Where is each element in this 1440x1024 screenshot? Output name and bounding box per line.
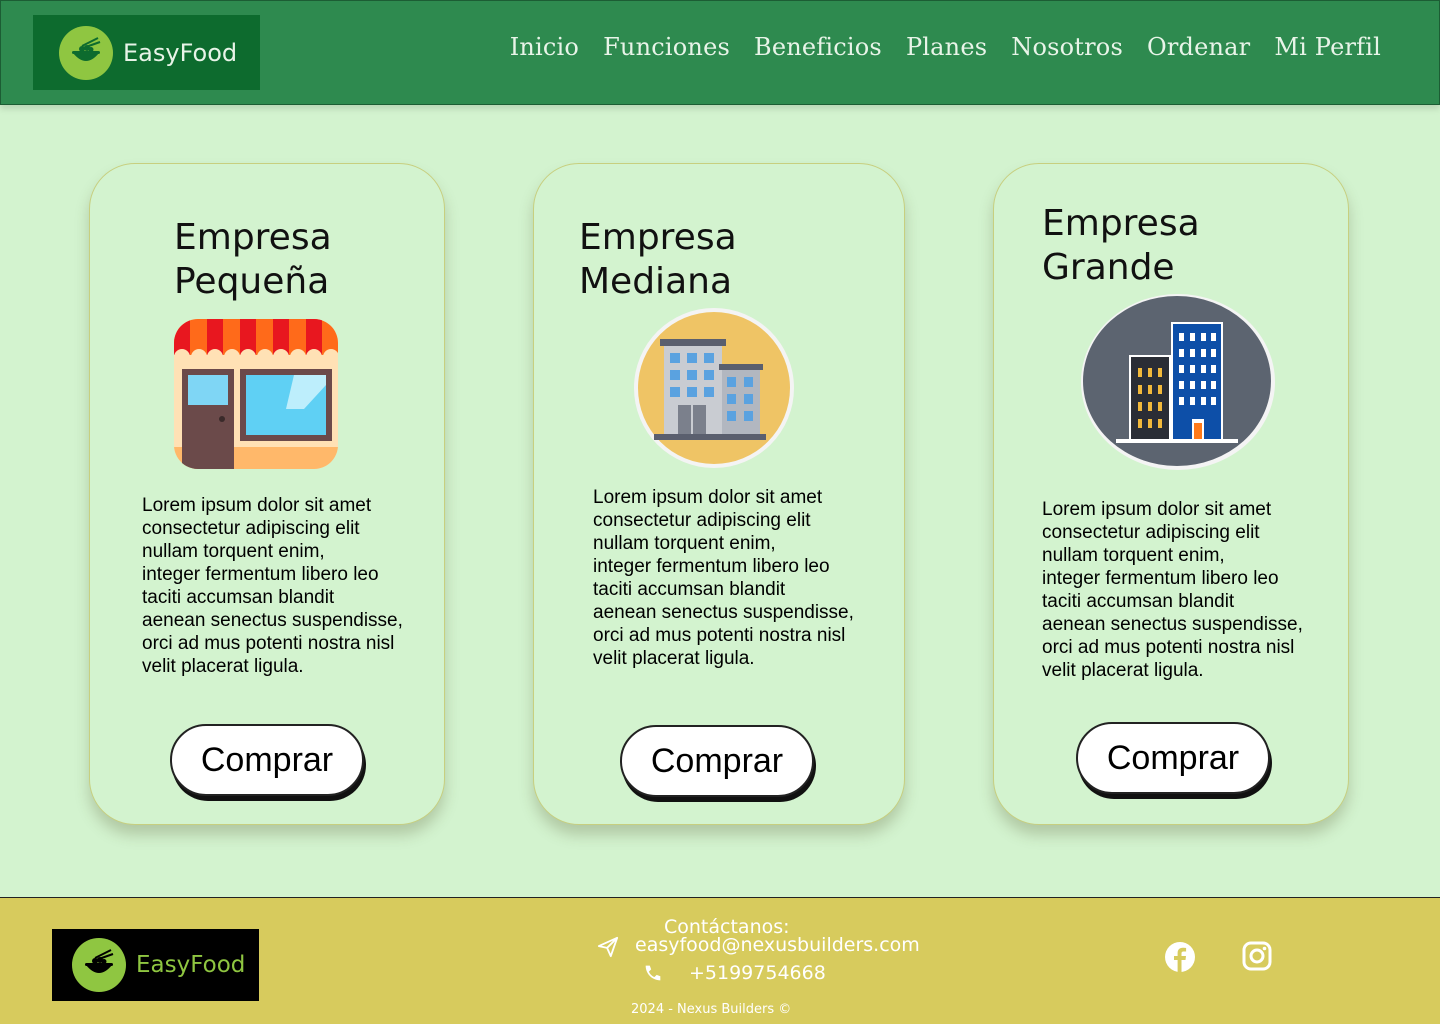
plan-title: Empresa Mediana [579, 216, 737, 304]
comprar-button[interactable]: Comprar [1076, 722, 1270, 794]
nav-beneficios[interactable]: Beneficios [754, 33, 882, 61]
contact-phone-link[interactable]: +5199754668 [689, 962, 826, 984]
send-icon [597, 936, 619, 963]
nav-inicio[interactable]: Inicio [510, 33, 579, 61]
footer-brand-name: EasyFood [136, 952, 246, 978]
rice-bowl-icon [72, 938, 126, 992]
nav-funciones[interactable]: Funciones [603, 33, 730, 61]
plan-title-line2: Mediana [579, 261, 732, 302]
nav-planes[interactable]: Planes [906, 33, 987, 61]
small-store-icon [174, 319, 338, 474]
plan-title: Empresa Pequeña [174, 216, 332, 304]
plan-title-line2: Grande [1042, 247, 1175, 288]
comprar-button[interactable]: Comprar [620, 725, 814, 797]
facebook-icon[interactable] [1164, 941, 1196, 978]
nav-ordenar[interactable]: Ordenar [1147, 33, 1250, 61]
nav-mi-perfil[interactable]: Mi Perfil [1274, 33, 1381, 61]
instagram-icon[interactable] [1242, 941, 1272, 976]
rice-bowl-icon [59, 25, 113, 80]
plan-card-mediana: Empresa Mediana Lorem ipsum dolor sit am… [533, 163, 905, 825]
plan-title-line1: Empresa [1042, 203, 1200, 244]
plan-card-pequena: Empresa Pequeña Lorem ipsum dolor sit am… [89, 163, 445, 825]
footer: EasyFood Contáctanos: easyfood@nexusbuil… [0, 897, 1440, 1024]
nav-nosotros[interactable]: Nosotros [1011, 33, 1123, 61]
plan-title-line2: Pequeña [174, 261, 330, 302]
office-building-icon [634, 307, 794, 474]
plan-card-grande: Empresa Grande Lorem ipsum dolor sit ame… [993, 163, 1349, 825]
contact-email-link[interactable]: easyfood@nexusbuilders.com [635, 934, 920, 956]
plan-title-line1: Empresa [579, 217, 737, 258]
phone-icon [642, 962, 664, 989]
top-navbar: EasyFood Inicio Funciones Beneficios Pla… [0, 0, 1440, 105]
plan-title: Empresa Grande [1042, 202, 1200, 290]
footer-brand-logo[interactable]: EasyFood [52, 929, 259, 1001]
brand-name: EasyFood [123, 38, 238, 67]
plan-description: Lorem ipsum dolor sit amet consectetur a… [593, 487, 854, 669]
plan-title-line1: Empresa [174, 217, 332, 258]
copyright-text: 2024 - Nexus Builders © [631, 1002, 792, 1017]
skyscraper-icon [1080, 293, 1276, 476]
brand-logo[interactable]: EasyFood [33, 15, 260, 90]
comprar-button[interactable]: Comprar [170, 724, 364, 796]
plan-description: Lorem ipsum dolor sit amet consectetur a… [1042, 499, 1303, 681]
plan-description: Lorem ipsum dolor sit amet consectetur a… [142, 495, 403, 677]
main-nav: Inicio Funciones Beneficios Planes Nosot… [510, 33, 1381, 61]
